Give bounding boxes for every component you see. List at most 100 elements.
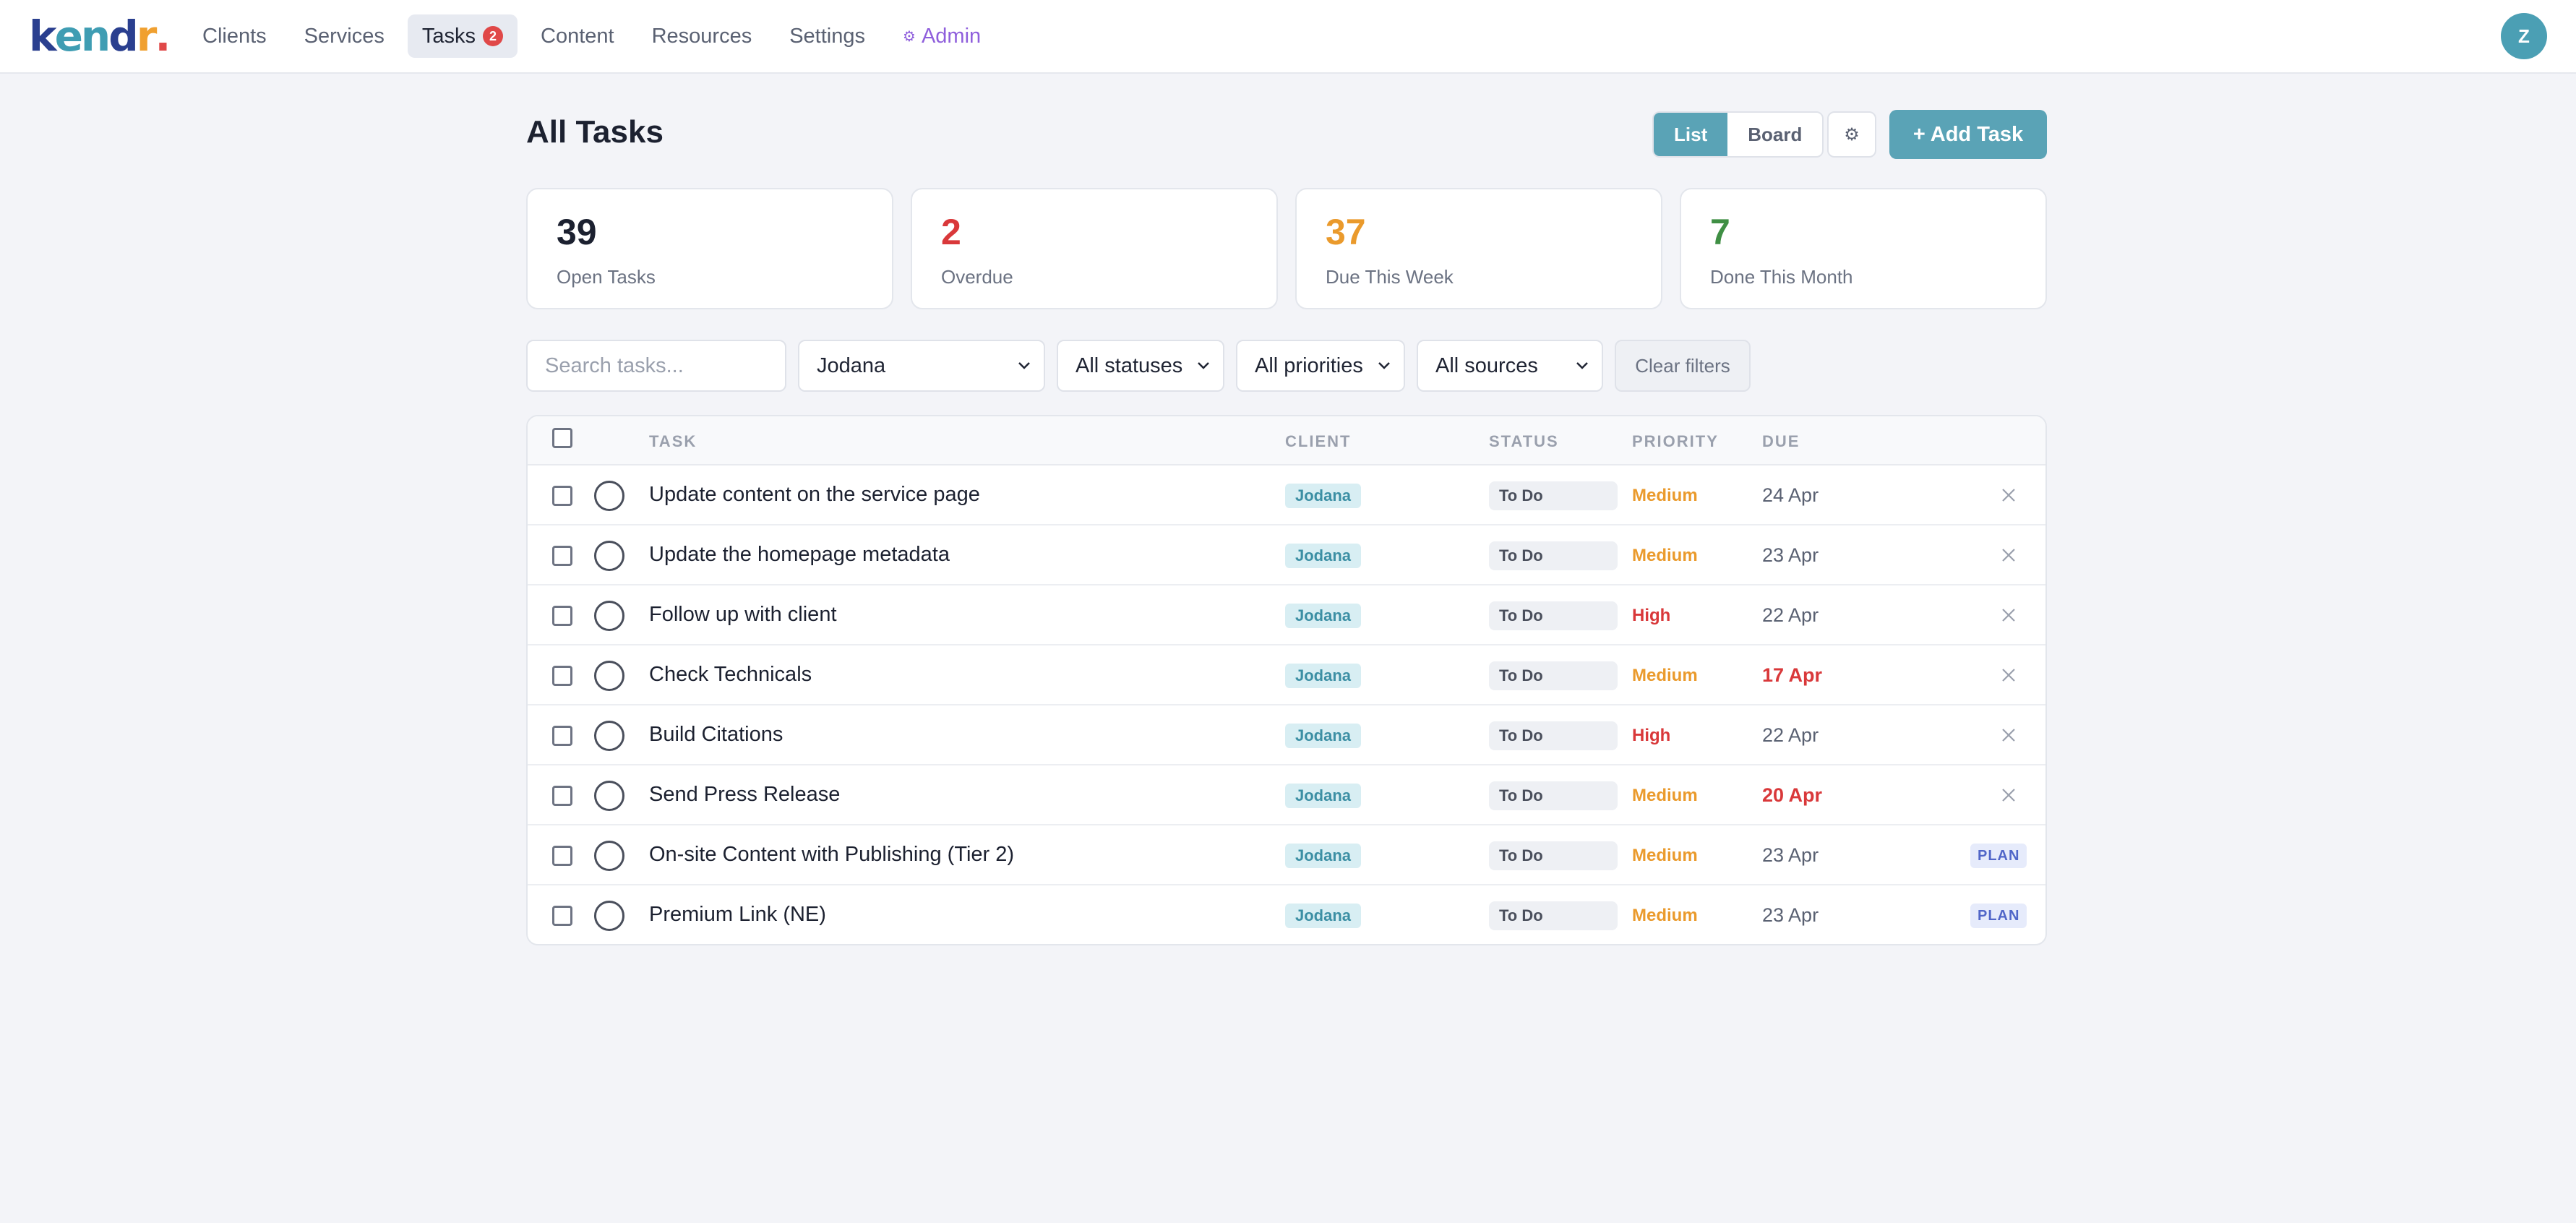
stat-card-open: 39 Open Tasks	[526, 188, 893, 309]
stat-value: 37	[1326, 212, 1366, 252]
priority-label: Medium	[1632, 666, 1698, 685]
client-badge: Jodana	[1285, 724, 1362, 748]
top-nav: kendr. Clients Services Tasks 2 Content R…	[0, 0, 2576, 74]
task-title[interactable]: Check Technicals	[649, 663, 812, 687]
priority-label: Medium	[1632, 546, 1698, 565]
client-filter-select[interactable]: Jodana	[798, 340, 1045, 392]
nav-item-tasks[interactable]: Tasks 2	[407, 14, 518, 58]
board-view-button[interactable]: Board	[1727, 113, 1822, 156]
status-badge[interactable]: To Do	[1489, 721, 1618, 750]
complete-task-toggle[interactable]	[594, 481, 624, 511]
search-input[interactable]: Search tasks...	[526, 340, 786, 392]
close-icon[interactable]	[1999, 666, 2018, 685]
task-title[interactable]: Update the homepage metadata	[649, 543, 950, 567]
row-checkbox[interactable]	[552, 846, 572, 866]
task-title[interactable]: Follow up with client	[649, 603, 837, 627]
task-title[interactable]: Premium Link (NE)	[649, 903, 826, 927]
priority-label: Medium	[1632, 786, 1698, 805]
close-icon[interactable]	[1999, 546, 2018, 565]
nav-item-label: Admin	[921, 24, 982, 48]
nav-item-label: Resources	[651, 24, 752, 48]
nav-item-resources[interactable]: Resources	[637, 14, 767, 58]
column-header-due: DUE	[1762, 432, 1800, 450]
stat-label: Done This Month	[1710, 266, 1853, 288]
priority-filter-value: All priorities	[1255, 353, 1363, 377]
view-toggle: List Board	[1652, 111, 1824, 158]
status-badge[interactable]: To Do	[1489, 541, 1618, 570]
settings-icon: ⚙	[903, 28, 916, 45]
table-row[interactable]: Check Technicals Jodana To Do Medium 17 Apr	[528, 645, 2045, 705]
due-date: 23 Apr	[1762, 544, 1819, 566]
table-row[interactable]: Follow up with client Jodana To Do High 22 A…	[528, 585, 2045, 645]
nav-item-clients[interactable]: Clients	[188, 14, 281, 58]
status-badge[interactable]: To Do	[1489, 781, 1618, 810]
client-badge: Jodana	[1285, 604, 1362, 628]
complete-task-toggle[interactable]	[594, 601, 624, 631]
client-filter-value: Jodana	[817, 353, 886, 377]
close-icon[interactable]	[1999, 486, 2018, 505]
row-checkbox[interactable]	[552, 786, 572, 806]
status-badge[interactable]: To Do	[1489, 481, 1618, 510]
row-checkbox[interactable]	[552, 666, 572, 686]
due-date: 22 Apr	[1762, 724, 1819, 746]
complete-task-toggle[interactable]	[594, 721, 624, 751]
complete-task-toggle[interactable]	[594, 661, 624, 691]
status-badge[interactable]: To Do	[1489, 661, 1618, 690]
nav-item-content[interactable]: Content	[526, 14, 629, 58]
table-row[interactable]: Build Citations Jodana To Do High 22 Apr	[528, 705, 2045, 765]
task-title[interactable]: Send Press Release	[649, 783, 840, 807]
close-icon[interactable]	[1999, 606, 2018, 625]
table-row[interactable]: Premium Link (NE) Jodana To Do Medium 23 Apr…	[528, 885, 2045, 944]
close-icon[interactable]	[1999, 786, 2018, 804]
row-checkbox[interactable]	[552, 606, 572, 626]
list-view-button[interactable]: List	[1654, 113, 1728, 156]
stat-label: Open Tasks	[557, 266, 656, 288]
nav-item-services[interactable]: Services	[290, 14, 399, 58]
nav-item-settings[interactable]: Settings	[775, 14, 880, 58]
task-settings-button[interactable]: ⚙	[1827, 111, 1876, 158]
stat-label: Overdue	[941, 266, 1013, 288]
logo-letter: r	[136, 12, 158, 61]
due-date: 17 Apr	[1762, 664, 1823, 686]
complete-task-toggle[interactable]	[594, 841, 624, 871]
user-avatar[interactable]: Z	[2501, 13, 2547, 59]
task-title[interactable]: Update content on the service page	[649, 483, 980, 507]
priority-filter-select[interactable]: All priorities	[1236, 340, 1405, 392]
task-title[interactable]: On-site Content with Publishing (Tier 2)	[649, 843, 1014, 867]
table-header: TASK CLIENT STATUS PRIORITY DUE	[528, 416, 2045, 465]
table-row[interactable]: Update content on the service page Jodana…	[528, 465, 2045, 525]
column-header-client: CLIENT	[1285, 432, 1352, 450]
chevron-down-icon	[1018, 362, 1030, 369]
complete-task-toggle[interactable]	[594, 541, 624, 571]
add-task-button[interactable]: + Add Task	[1889, 110, 2047, 159]
table-row[interactable]: On-site Content with Publishing (Tier 2)…	[528, 825, 2045, 885]
close-icon[interactable]	[1999, 726, 2018, 744]
row-checkbox[interactable]	[552, 486, 572, 506]
status-badge[interactable]: To Do	[1489, 601, 1618, 630]
status-badge[interactable]: To Do	[1489, 901, 1618, 930]
due-date: 23 Apr	[1762, 844, 1819, 866]
table-row[interactable]: Update the homepage metadata Jodana To Do M…	[528, 525, 2045, 585]
status-filter-select[interactable]: All statuses	[1057, 340, 1224, 392]
clear-filters-button[interactable]: Clear filters	[1615, 340, 1751, 392]
row-checkbox[interactable]	[552, 906, 572, 926]
table-row[interactable]: Send Press Release Jodana To Do Medium 20 Ap…	[528, 765, 2045, 825]
source-filter-select[interactable]: All sources	[1417, 340, 1603, 392]
nav-item-admin[interactable]: ⚙ Admin	[888, 14, 995, 58]
nav-item-label: Clients	[202, 24, 267, 48]
stat-value: 2	[941, 212, 961, 252]
row-checkbox[interactable]	[552, 546, 572, 566]
select-all-checkbox[interactable]	[552, 428, 572, 448]
stat-card-due-week: 37 Due This Week	[1295, 188, 1662, 309]
stat-label: Due This Week	[1326, 266, 1454, 288]
kendr-logo[interactable]: kendr.	[29, 12, 171, 61]
status-badge[interactable]: To Do	[1489, 841, 1618, 870]
main-nav: Clients Services Tasks 2 Content Resource…	[188, 14, 1004, 58]
status-filter-value: All statuses	[1076, 353, 1183, 377]
task-title[interactable]: Build Citations	[649, 723, 783, 747]
complete-task-toggle[interactable]	[594, 781, 624, 811]
complete-task-toggle[interactable]	[594, 901, 624, 931]
row-checkbox[interactable]	[552, 726, 572, 746]
source-filter-value: All sources	[1435, 353, 1538, 377]
logo-letter: .	[155, 12, 171, 61]
